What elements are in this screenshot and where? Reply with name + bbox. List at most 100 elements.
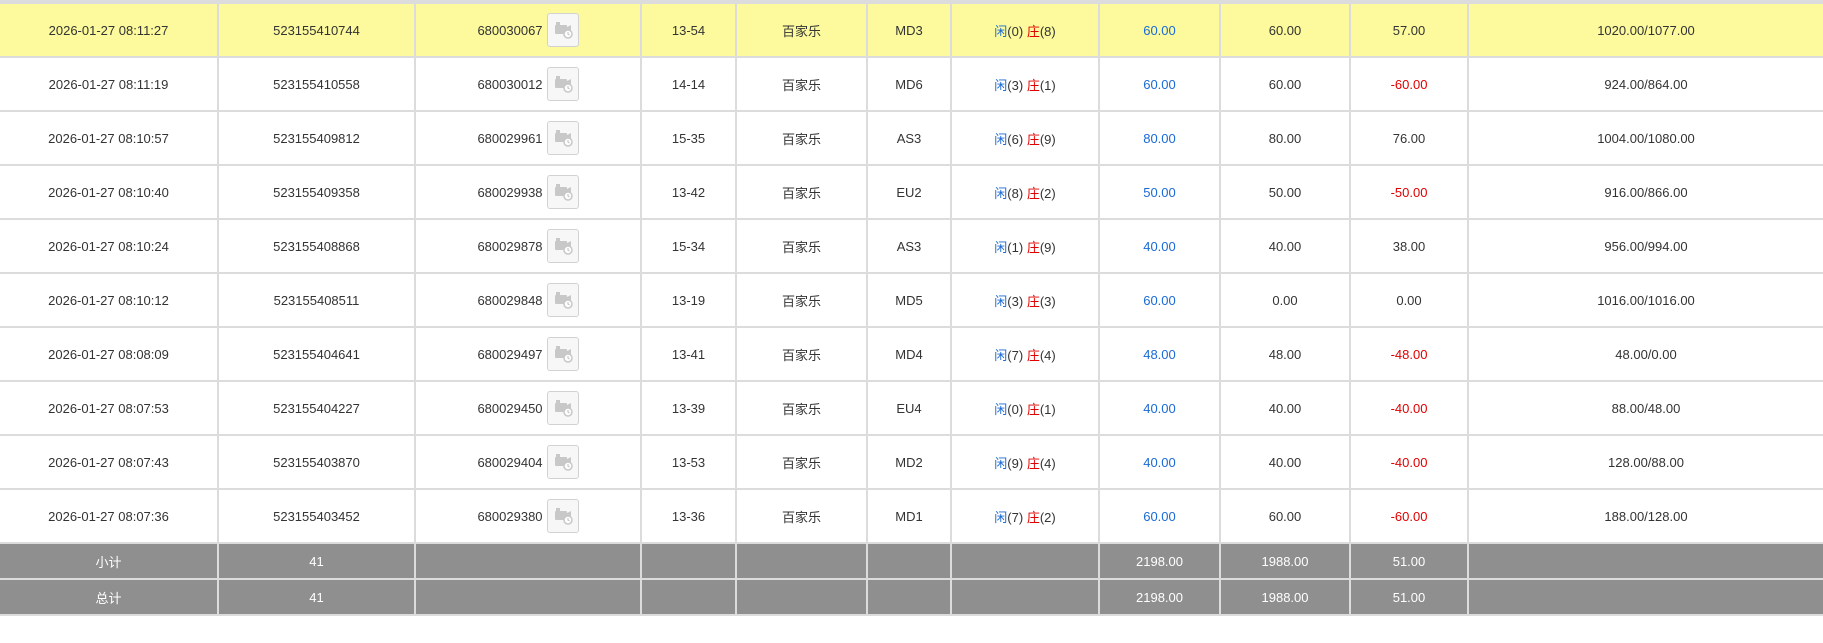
banker-label: 庄 xyxy=(1026,77,1040,93)
player-score: (6) xyxy=(1007,131,1024,147)
valid-bet: 40.00 xyxy=(1220,219,1351,274)
player-label: 闲 xyxy=(994,401,1008,417)
table-number: 14-14 xyxy=(641,57,737,112)
win-loss: -50.00 xyxy=(1350,165,1469,220)
table-code: MD2 xyxy=(867,435,952,490)
total-win: 51.00 xyxy=(1350,579,1469,616)
bet-amount: 60.00 xyxy=(1099,273,1221,328)
player-label: 闲 xyxy=(994,347,1008,363)
total-valid: 1988.00 xyxy=(1220,579,1351,616)
video-replay-icon[interactable] xyxy=(546,283,579,317)
game-type: 百家乐 xyxy=(736,111,868,166)
bet-amount: 60.00 xyxy=(1099,4,1221,58)
game-type: 百家乐 xyxy=(736,381,868,436)
video-replay-icon[interactable] xyxy=(546,445,579,479)
round-number: 680030067 xyxy=(477,22,543,38)
player-label: 闲 xyxy=(994,509,1008,525)
table-code: EU4 xyxy=(867,381,952,436)
video-replay-icon[interactable] xyxy=(546,499,579,533)
player-label: 闲 xyxy=(994,131,1008,147)
win-loss: -60.00 xyxy=(1350,57,1469,112)
win-loss: -40.00 xyxy=(1350,435,1469,490)
banker-label: 庄 xyxy=(1026,293,1040,309)
banker-label: 庄 xyxy=(1026,131,1040,147)
game-type: 百家乐 xyxy=(736,327,868,382)
player-score: (8) xyxy=(1007,185,1024,201)
bet-time: 2026-01-27 08:07:53 xyxy=(0,381,219,436)
balance-change: 924.00/864.00 xyxy=(1468,57,1823,112)
table-code: MD5 xyxy=(867,273,952,328)
win-loss: 76.00 xyxy=(1350,111,1469,166)
balance-change: 916.00/866.00 xyxy=(1468,165,1823,220)
bet-amount: 80.00 xyxy=(1099,111,1221,166)
result-cell: 闲(1) 庄(9) xyxy=(951,219,1100,274)
subtotal-bet: 2198.00 xyxy=(1099,543,1221,580)
round-number: 680029380 xyxy=(477,508,543,524)
valid-bet: 80.00 xyxy=(1220,111,1351,166)
win-loss: 0.00 xyxy=(1350,273,1469,328)
table-code: AS3 xyxy=(867,111,952,166)
round-number: 680029497 xyxy=(477,346,543,362)
video-replay-icon[interactable] xyxy=(546,67,579,101)
banker-label: 庄 xyxy=(1026,239,1040,255)
subtotal-valid: 1988.00 xyxy=(1220,543,1351,580)
player-score: (1) xyxy=(1007,239,1024,255)
win-loss: 38.00 xyxy=(1350,219,1469,274)
valid-bet: 40.00 xyxy=(1220,435,1351,490)
table-code: MD4 xyxy=(867,327,952,382)
table-row: 2026-01-27 08:07:36 523155403452 680029380… xyxy=(0,489,1823,544)
balance-change: 128.00/88.00 xyxy=(1468,435,1823,490)
order-number: 523155403452 xyxy=(218,489,416,544)
balance-change: 1004.00/1080.00 xyxy=(1468,111,1823,166)
round-cell: 680030067 xyxy=(415,4,642,58)
player-score: (3) xyxy=(1007,293,1024,309)
round-cell: 680029878 xyxy=(415,219,642,274)
bet-time: 2026-01-27 08:11:19 xyxy=(0,57,219,112)
player-label: 闲 xyxy=(994,455,1008,471)
result-cell: 闲(0) 庄(8) xyxy=(951,4,1100,58)
round-number: 680029404 xyxy=(477,454,543,470)
total-bet: 2198.00 xyxy=(1099,579,1221,616)
balance-change: 1020.00/1077.00 xyxy=(1468,4,1823,58)
banker-score: (8) xyxy=(1039,23,1056,39)
order-number: 523155410744 xyxy=(218,4,416,58)
banker-score: (2) xyxy=(1039,185,1056,201)
bet-time: 2026-01-27 08:10:12 xyxy=(0,273,219,328)
table-row: 2026-01-27 08:11:19 523155410558 680030012… xyxy=(0,57,1823,112)
table-code: EU2 xyxy=(867,165,952,220)
balance-change: 956.00/994.00 xyxy=(1468,219,1823,274)
video-replay-icon[interactable] xyxy=(546,391,579,425)
valid-bet: 48.00 xyxy=(1220,327,1351,382)
video-replay-icon[interactable] xyxy=(546,175,579,209)
round-number: 680030012 xyxy=(477,76,543,92)
player-label: 闲 xyxy=(994,239,1008,255)
round-cell: 680029450 xyxy=(415,381,642,436)
bet-time: 2026-01-27 08:11:27 xyxy=(0,4,219,58)
round-number: 680029848 xyxy=(477,292,543,308)
result-cell: 闲(3) 庄(3) xyxy=(951,273,1100,328)
bet-time: 2026-01-27 08:10:40 xyxy=(0,165,219,220)
banker-label: 庄 xyxy=(1026,509,1040,525)
total-count: 41 xyxy=(218,579,416,616)
round-number: 680029961 xyxy=(477,130,543,146)
valid-bet: 60.00 xyxy=(1220,57,1351,112)
table-number: 15-35 xyxy=(641,111,737,166)
order-number: 523155409812 xyxy=(218,111,416,166)
video-replay-icon[interactable] xyxy=(546,229,579,263)
player-label: 闲 xyxy=(994,293,1008,309)
balance-change: 188.00/128.00 xyxy=(1468,489,1823,544)
banker-score: (2) xyxy=(1039,509,1056,525)
player-label: 闲 xyxy=(994,23,1008,39)
round-cell: 680029380 xyxy=(415,489,642,544)
banker-score: (3) xyxy=(1039,293,1056,309)
result-cell: 闲(3) 庄(1) xyxy=(951,57,1100,112)
table-body: 2026-01-27 08:11:27 523155410744 680030067… xyxy=(0,4,1823,544)
win-loss: -60.00 xyxy=(1350,489,1469,544)
round-cell: 680029848 xyxy=(415,273,642,328)
video-replay-icon[interactable] xyxy=(546,337,579,371)
bet-records-table: 2026-01-27 08:11:27 523155410744 680030067… xyxy=(0,4,1823,616)
player-score: (0) xyxy=(1007,401,1024,417)
video-replay-icon[interactable] xyxy=(546,13,579,47)
video-replay-icon[interactable] xyxy=(546,121,579,155)
banker-label: 庄 xyxy=(1026,455,1040,471)
